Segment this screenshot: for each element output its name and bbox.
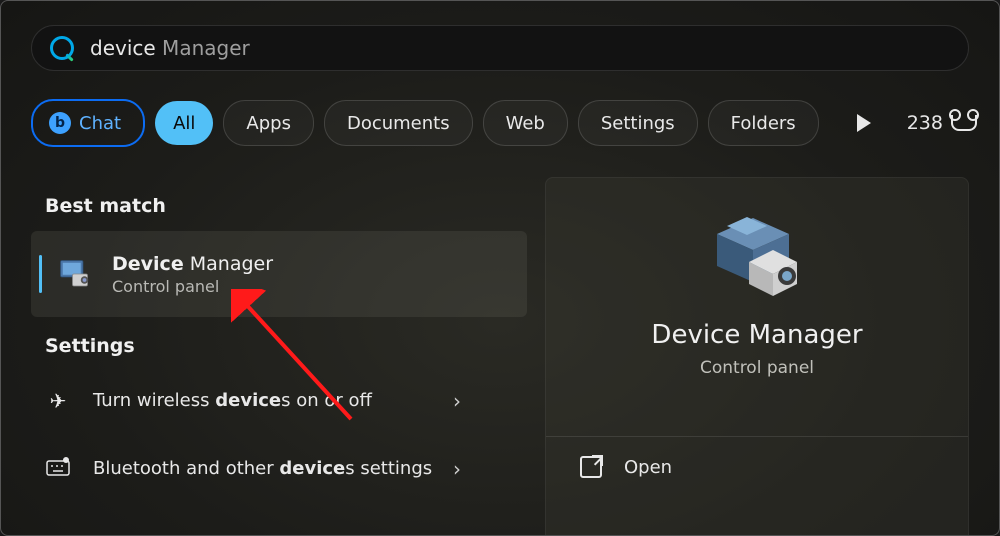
keyboard-icon xyxy=(45,457,71,482)
detail-subtitle: Control panel xyxy=(700,358,814,378)
filter-settings[interactable]: Settings xyxy=(578,100,698,146)
bing-icon xyxy=(49,112,71,134)
result-titles: Device Manager Control panel xyxy=(112,253,273,296)
open-label: Open xyxy=(624,457,672,478)
device-manager-large-icon xyxy=(709,214,805,298)
rewards-indicator[interactable]: 238 xyxy=(907,112,977,134)
search-input[interactable]: device Manager xyxy=(90,36,250,60)
setting-label: Turn wireless devices on or off xyxy=(93,389,453,412)
chevron-right-icon: › xyxy=(453,457,461,481)
airplane-icon: ✈︎ xyxy=(45,389,71,413)
filter-folders[interactable]: Folders xyxy=(708,100,819,146)
setting-label: Bluetooth and other devices settings xyxy=(93,457,453,480)
filter-documents[interactable]: Documents xyxy=(324,100,473,146)
section-best-match: Best match xyxy=(45,195,527,217)
results-column: Best match Device Manager Control panel … xyxy=(31,177,527,499)
medal-icon xyxy=(951,115,977,131)
filter-all[interactable]: All xyxy=(155,101,213,145)
search-icon xyxy=(50,36,74,60)
setting-item-bluetooth[interactable]: Bluetooth and other devices settings › xyxy=(31,439,527,499)
play-icon[interactable] xyxy=(857,114,871,132)
chat-button[interactable]: Chat xyxy=(31,99,145,147)
result-subtitle: Control panel xyxy=(112,277,273,296)
detail-title: Device Manager xyxy=(651,320,862,350)
result-title: Device Manager xyxy=(112,253,273,275)
selection-accent xyxy=(39,255,42,293)
filter-row: Chat All Apps Documents Web Settings Fol… xyxy=(31,99,969,147)
best-match-result[interactable]: Device Manager Control panel xyxy=(31,231,527,317)
search-suggestion-text: Manager xyxy=(156,36,250,60)
chat-label: Chat xyxy=(79,113,121,134)
device-manager-icon xyxy=(56,256,92,292)
chevron-right-icon: › xyxy=(453,389,461,413)
rewards-points: 238 xyxy=(907,112,943,134)
filter-apps[interactable]: Apps xyxy=(223,100,314,146)
filter-web[interactable]: Web xyxy=(483,100,568,146)
search-bar[interactable]: device Manager xyxy=(31,25,969,71)
detail-panel: Device Manager Control panel Open xyxy=(545,177,969,535)
search-typed-text: device xyxy=(90,36,156,60)
launch-icon xyxy=(580,456,602,478)
open-button[interactable]: Open xyxy=(546,436,968,497)
section-settings: Settings xyxy=(45,335,527,357)
setting-item-wireless[interactable]: ✈︎ Turn wireless devices on or off › xyxy=(31,371,527,431)
